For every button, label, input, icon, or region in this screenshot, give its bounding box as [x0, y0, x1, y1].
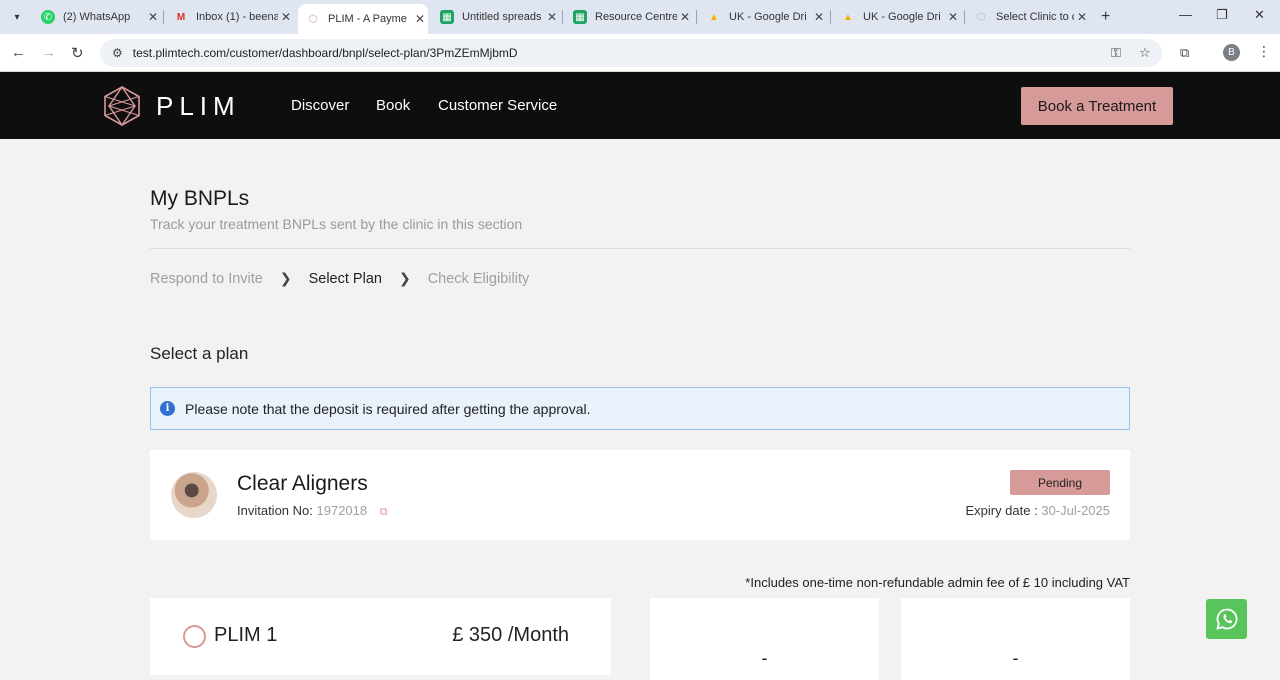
site-info-icon[interactable]: ⚙ [112, 46, 123, 60]
tab-separator [163, 10, 164, 24]
url-text[interactable]: test.plimtech.com/customer/dashboard/bnp… [133, 46, 518, 60]
info-notice: i Please note that the deposit is requir… [150, 387, 1130, 430]
page-subtitle: Track your treatment BNPLs sent by the c… [150, 216, 523, 232]
reload-icon[interactable]: ↻ [71, 44, 84, 62]
tab-separator [562, 10, 563, 24]
treatment-avatar [171, 472, 217, 518]
plim-logo[interactable]: PLIM [104, 86, 241, 126]
forward-arrow-icon[interactable]: → [41, 44, 56, 61]
nav-book[interactable]: Book [376, 97, 410, 114]
back-arrow-icon[interactable]: ← [11, 44, 26, 61]
whatsapp-icon: ✆ [41, 10, 55, 24]
whatsapp-icon [1215, 608, 1237, 630]
new-tab-plus-icon[interactable]: + [1101, 8, 1110, 26]
tab-label: Resource Centre [595, 11, 677, 23]
password-key-icon[interactable]: ⚿ [1111, 45, 1121, 61]
expiry-date: Expiry date : 30-Jul-2025 [965, 503, 1110, 518]
tab-search-chevron-icon[interactable]: ▾ [8, 8, 26, 26]
tab-resource-centre[interactable]: ▦ Resource Centre ✕ [565, 4, 693, 30]
tab-google-drive-2[interactable]: ▲ UK - Google Dri ✕ [833, 4, 961, 30]
tab-separator [964, 10, 965, 24]
expiry-label: Expiry date : [965, 503, 1038, 518]
chevron-right-icon: ❯ [279, 270, 292, 286]
close-tab-icon[interactable]: ✕ [145, 10, 161, 24]
browser-toolbar: ← → ↻ ⚙ test.plimtech.com/customer/dashb… [0, 34, 1280, 72]
address-bar[interactable]: ⚙ test.plimtech.com/customer/dashboard/b… [100, 39, 1162, 67]
breadcrumb-respond-to-invite[interactable]: Respond to Invite [150, 271, 263, 287]
tab-google-drive-1[interactable]: ▲ UK - Google Dri ✕ [699, 4, 827, 30]
tab-untitled-spreadsheet[interactable]: ▦ Untitled spreads ✕ [432, 4, 560, 30]
tab-label: Select Clinic to c [996, 11, 1074, 23]
copy-icon[interactable]: ⧉ [380, 506, 388, 519]
divider [150, 248, 1130, 249]
notice-text: Please note that the deposit is required… [185, 400, 591, 417]
invitation-value: 1972018 [316, 503, 368, 518]
close-tab-icon[interactable]: ✕ [1074, 10, 1090, 24]
sheets-icon: ▦ [573, 10, 587, 24]
tab-label: UK - Google Dri [863, 11, 941, 23]
expiry-value: 30-Jul-2025 [1041, 503, 1110, 518]
treatment-title: Clear Aligners [237, 472, 368, 495]
sheets-icon: ▦ [440, 10, 454, 24]
tab-separator [830, 10, 831, 24]
invitation-number: Invitation No: 1972018 ⧉ [237, 503, 388, 519]
minimize-icon[interactable]: — [1179, 7, 1192, 22]
tab-separator [696, 10, 697, 24]
plim-icon: ⬡ [308, 13, 318, 25]
whatsapp-chat-button[interactable] [1206, 599, 1247, 639]
close-tab-icon[interactable]: ✕ [412, 12, 428, 26]
empty-value: - [761, 648, 768, 668]
close-window-icon[interactable]: ✕ [1254, 7, 1265, 23]
close-tab-icon[interactable]: ✕ [945, 10, 961, 24]
plan-summary-card: - [901, 598, 1130, 680]
plim-icon: ⬡ [976, 11, 986, 23]
page-title: My BNPLs [150, 187, 250, 210]
status-badge: Pending [1010, 470, 1110, 495]
browser-menu-icon[interactable]: ⋮ [1257, 43, 1271, 60]
tab-label: Inbox (1) - beena [196, 11, 278, 23]
plan-option-plim-1[interactable]: PLIM 1 £ 350 /Month [150, 598, 611, 675]
close-tab-icon[interactable]: ✕ [544, 10, 560, 24]
breadcrumb-select-plan: Select Plan [308, 270, 382, 287]
plan-radio[interactable] [183, 625, 206, 648]
plan-name: PLIM 1 [214, 624, 278, 646]
tab-whatsapp[interactable]: ✆ (2) WhatsApp ✕ [33, 4, 161, 30]
drive-icon: ▲ [843, 11, 853, 23]
logo-wordmark: PLIM [156, 90, 241, 121]
breadcrumb-check-eligibility: Check Eligibility [427, 270, 530, 287]
section-title: Select a plan [150, 344, 249, 363]
plim-logo-icon [104, 86, 140, 126]
tab-label: PLIM - A Payme [328, 13, 407, 25]
book-treatment-button[interactable]: Book a Treatment [1021, 87, 1173, 125]
tab-plim-active[interactable]: ⬡ PLIM - A Payme ✕ [298, 4, 428, 34]
breadcrumb: Respond to Invite ❯ Select Plan ❯ Check … [150, 270, 529, 287]
extensions-puzzle-icon[interactable]: ⧉ [1180, 45, 1189, 61]
nav-customer-service[interactable]: Customer Service [438, 97, 557, 114]
admin-fee-note: *Includes one-time non-refundable admin … [745, 575, 1130, 590]
browser-tab-bar: ▾ ✆ (2) WhatsApp ✕ M Inbox (1) - beena ✕… [0, 0, 1280, 34]
info-icon: i [160, 401, 175, 416]
tab-label: Untitled spreads [462, 11, 542, 23]
nav-discover[interactable]: Discover [291, 97, 349, 114]
close-tab-icon[interactable]: ✕ [677, 10, 693, 24]
bookmark-star-icon[interactable]: ☆ [1139, 45, 1151, 61]
close-tab-icon[interactable]: ✕ [811, 10, 827, 24]
tab-label: UK - Google Dri [729, 11, 807, 23]
close-tab-icon[interactable]: ✕ [278, 10, 294, 24]
plan-price: £ 350 /Month [452, 624, 569, 646]
site-header: PLIM Discover Book Customer Service Book… [0, 72, 1280, 139]
tab-label: (2) WhatsApp [63, 11, 131, 23]
restore-icon[interactable]: ❐ [1216, 7, 1228, 23]
chevron-right-icon: ❯ [398, 270, 411, 286]
plan-summary-card: - [650, 598, 879, 680]
tab-gmail[interactable]: M Inbox (1) - beena ✕ [166, 4, 294, 30]
invitation-label: Invitation No: [237, 503, 313, 518]
empty-value: - [1012, 648, 1019, 668]
gmail-icon: M [176, 11, 186, 23]
drive-icon: ▲ [709, 11, 719, 23]
treatment-card: Clear Aligners Invitation No: 1972018 ⧉ … [150, 450, 1130, 540]
tab-select-clinic[interactable]: ⬡ Select Clinic to c ✕ [966, 4, 1090, 30]
profile-avatar[interactable]: B [1223, 44, 1240, 61]
